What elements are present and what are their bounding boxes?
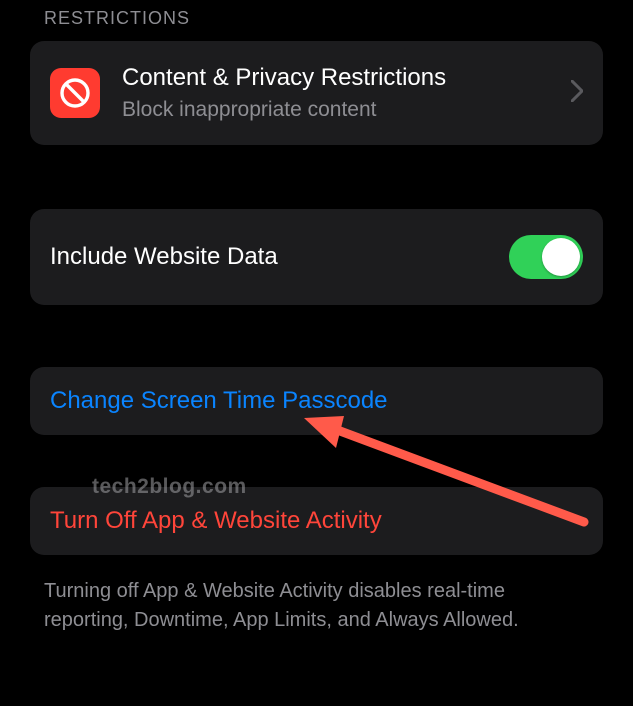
- turn-off-label: Turn Off App & Website Activity: [50, 507, 583, 535]
- include-website-data-row: Include Website Data: [30, 209, 603, 305]
- turn-off-activity-button[interactable]: Turn Off App & Website Activity: [30, 487, 603, 555]
- include-website-data-label: Include Website Data: [50, 242, 509, 272]
- toggle-thumb: [542, 238, 580, 276]
- change-screen-time-passcode-button[interactable]: Change Screen Time Passcode: [30, 367, 603, 435]
- restrictions-subtitle: Block inappropriate content: [122, 97, 561, 123]
- section-header-restrictions: RESTRICTIONS: [30, 0, 603, 41]
- restrictions-icon: [50, 68, 100, 118]
- no-entry-icon: [59, 77, 91, 109]
- content-privacy-restrictions-row[interactable]: Content & Privacy Restrictions Block ina…: [30, 41, 603, 145]
- restrictions-title: Content & Privacy Restrictions: [122, 63, 561, 93]
- footer-text: Turning off App & Website Activity disab…: [30, 563, 603, 635]
- include-website-data-toggle[interactable]: [509, 235, 583, 279]
- chevron-right-icon: [571, 80, 583, 107]
- change-passcode-label: Change Screen Time Passcode: [50, 387, 583, 415]
- restrictions-text: Content & Privacy Restrictions Block ina…: [122, 63, 561, 123]
